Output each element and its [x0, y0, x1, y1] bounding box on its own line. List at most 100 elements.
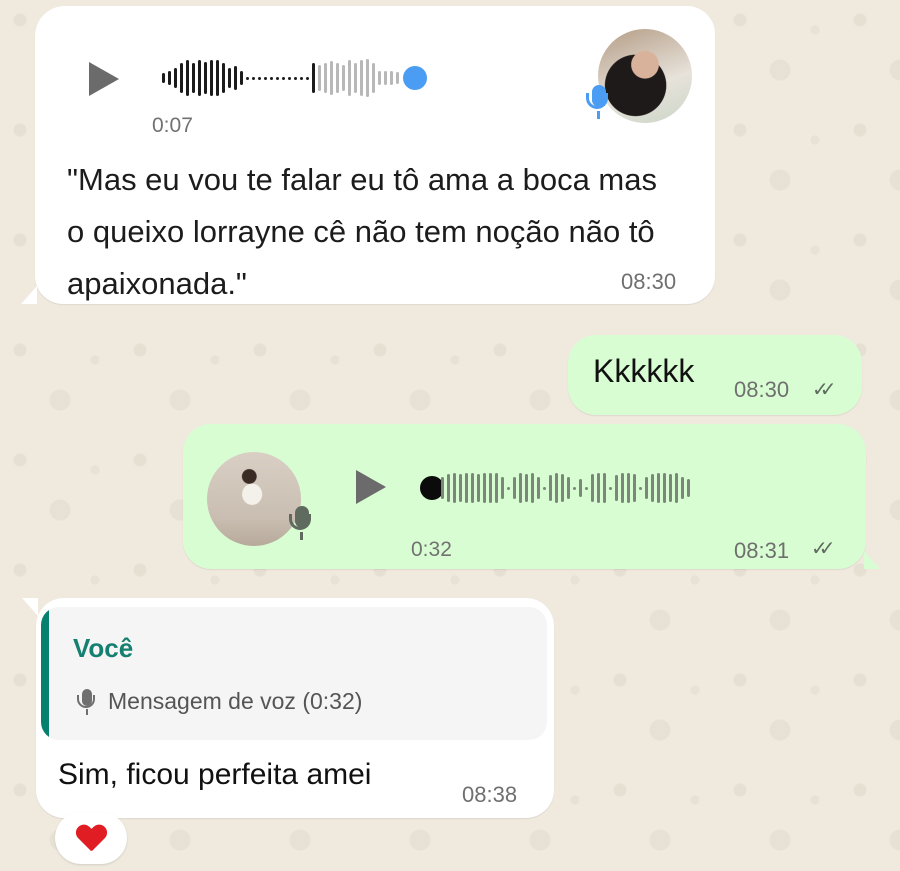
waveform-bar: [639, 486, 642, 490]
waveform-bar: [465, 473, 468, 503]
waveform-bar: [453, 473, 456, 503]
waveform-bar: [585, 486, 588, 490]
waveform-bar: [240, 71, 243, 85]
waveform-bar: [378, 71, 381, 85]
waveform-bar: [372, 63, 375, 93]
quoted-message[interactable]: Você Mensagem de voz (0:32): [41, 607, 547, 740]
playback-scrubber[interactable]: [403, 66, 427, 90]
quoted-text: Mensagem de voz (0:32): [108, 688, 363, 714]
waveform-bar: [513, 477, 516, 499]
waveform-bar: [258, 76, 261, 80]
waveform-bar: [216, 60, 219, 96]
waveform-bar: [501, 477, 504, 499]
play-icon[interactable]: [89, 62, 119, 96]
incoming-voice-message[interactable]: 0:07 "Mas eu vou te falar eu tô ama a bo…: [21, 6, 715, 304]
waveform-bar: [282, 76, 285, 80]
microphone-icon: [289, 506, 311, 540]
waveform-bar: [318, 65, 321, 91]
waveform-bar: [324, 63, 327, 93]
waveform-bar: [336, 63, 339, 93]
waveform-bar: [543, 486, 546, 490]
read-ticks-icon: ✓✓: [811, 538, 835, 560]
waveform-bar: [186, 60, 189, 96]
waveform-bar: [579, 479, 582, 497]
waveform-bar: [681, 477, 684, 499]
waveform-bar: [306, 76, 309, 80]
waveform-bar: [330, 61, 333, 95]
waveform-bar: [234, 66, 237, 90]
waveform-bar: [663, 473, 666, 503]
waveform-bar: [567, 477, 570, 499]
waveform-bar: [687, 479, 690, 497]
voice-duration: 0:32: [411, 538, 452, 561]
waveform-bar: [645, 477, 648, 499]
play-icon[interactable]: [356, 470, 386, 504]
waveform-bar: [204, 62, 207, 94]
bubble-tail: [864, 551, 880, 569]
waveform-bar: [222, 63, 225, 93]
outgoing-text-message[interactable]: Kkkkkk 08:30 ✓✓: [568, 335, 862, 415]
waveform-bar: [360, 60, 363, 96]
waveform-bar: [591, 474, 594, 502]
waveform-bar: [573, 486, 576, 490]
waveform-bar: [342, 65, 345, 91]
waveform-bar: [531, 473, 534, 503]
waveform-bar: [162, 73, 165, 83]
waveform-bar: [615, 475, 618, 501]
waveform-bar: [621, 473, 624, 503]
waveform-bar: [471, 473, 474, 503]
audio-waveform[interactable]: [162, 56, 399, 100]
waveform-bar: [519, 473, 522, 503]
waveform-bar: [507, 486, 510, 490]
waveform-bar: [300, 76, 303, 80]
waveform-bar: [180, 63, 183, 93]
waveform-bar: [396, 72, 399, 84]
waveform-bar: [276, 76, 279, 80]
waveform-bar: [198, 60, 201, 96]
waveform-bar: [609, 486, 612, 490]
read-ticks-icon: ✓✓: [812, 379, 836, 401]
waveform-bar: [288, 76, 291, 80]
waveform-bar: [597, 473, 600, 503]
waveform-bar: [525, 474, 528, 502]
voice-transcript: "Mas eu vou te falar eu tô ama a boca ma…: [67, 162, 657, 301]
waveform-bar: [633, 474, 636, 502]
message-time: 08:31: [734, 538, 790, 563]
waveform-bar: [270, 76, 273, 80]
waveform-bar: [657, 473, 660, 503]
waveform-bar: [348, 60, 351, 96]
own-avatar[interactable]: [207, 452, 301, 546]
waveform-bar: [495, 473, 498, 503]
incoming-reply-message[interactable]: Você Mensagem de voz (0:32) Sim, ficou p…: [22, 598, 554, 818]
waveform-bar: [489, 473, 492, 503]
waveform-bar: [483, 473, 486, 503]
waveform-bar: [174, 68, 177, 88]
voice-duration: 0:07: [152, 114, 193, 137]
waveform-bar: [555, 473, 558, 503]
heart-icon: [76, 825, 106, 852]
waveform-bar: [264, 76, 267, 80]
waveform-bar: [549, 475, 552, 501]
audio-waveform[interactable]: [441, 466, 690, 510]
message-time: 08:38: [462, 782, 518, 807]
message-time: 08:30: [621, 269, 677, 294]
waveform-bar: [246, 76, 249, 80]
waveform-bar: [603, 473, 606, 503]
waveform-bar: [312, 63, 315, 93]
quoted-author: Você: [73, 633, 134, 663]
waveform-bar: [669, 474, 672, 502]
waveform-bar: [210, 60, 213, 96]
bubble-tail: [22, 598, 38, 616]
waveform-bar: [627, 473, 630, 503]
sender-avatar[interactable]: [598, 29, 692, 123]
reaction-badge[interactable]: [55, 812, 127, 864]
waveform-bar: [459, 474, 462, 502]
message-text: Kkkkkk: [593, 353, 695, 389]
outgoing-voice-message[interactable]: 0:32 08:31 ✓✓: [183, 424, 880, 569]
message-text: Sim, ficou perfeita amei: [58, 758, 372, 791]
waveform-bar: [168, 71, 171, 85]
waveform-bar: [354, 63, 357, 93]
waveform-bar: [192, 63, 195, 93]
waveform-bar: [537, 477, 540, 499]
waveform-bar: [477, 474, 480, 502]
